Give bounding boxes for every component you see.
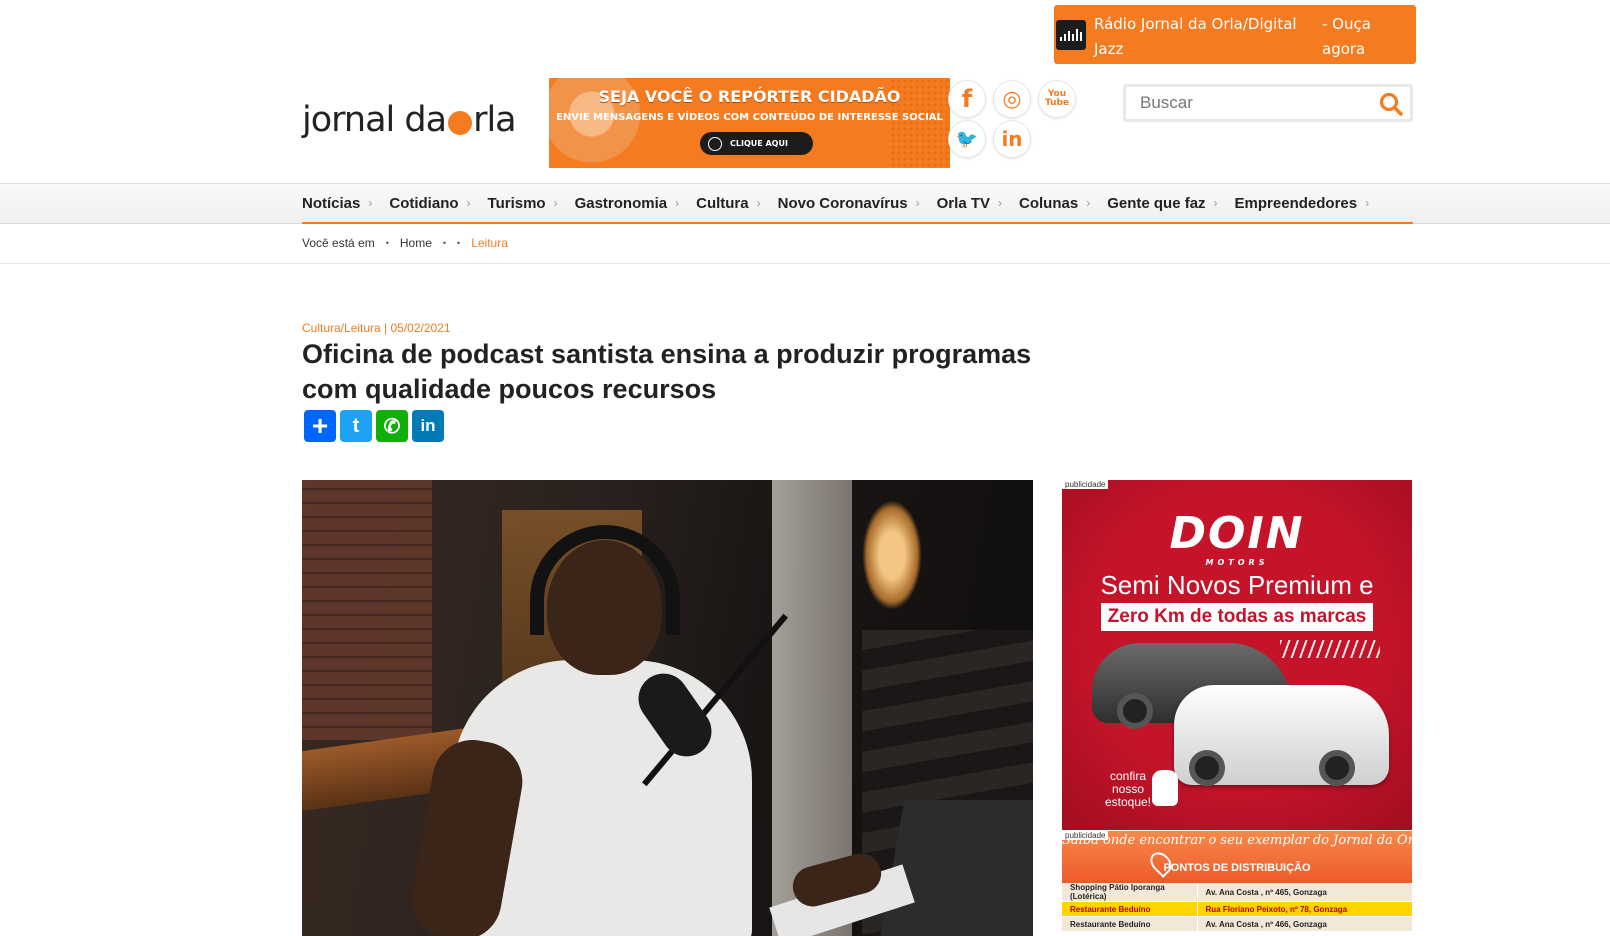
nav-item-noticias[interactable]: Notícias › xyxy=(302,195,372,212)
logo-orange-dot xyxy=(448,111,473,135)
search-icon[interactable] xyxy=(1378,91,1404,117)
table-row: Restaurante Beduíno Rua Floriano Peixoto… xyxy=(1062,901,1412,917)
distribution-table: Shopping Pátio Iporanga (Lotérica) Av. A… xyxy=(1062,883,1412,932)
ad-cta: confira nosso estoque! xyxy=(1104,769,1152,809)
distribution-header: Saiba onde encontrar o seu exemplar do J… xyxy=(1062,833,1412,848)
breadcrumb: Você está em • Home • • Leitura xyxy=(302,236,508,250)
table-row: Shopping Pátio Iporanga (Lotérica) Av. A… xyxy=(1062,883,1412,902)
breadcrumb-current[interactable]: Leitura xyxy=(471,236,508,250)
banner-button-label: CLIQUE AQUI xyxy=(730,139,788,148)
social-links: f ◎ You Tube 🐦 in xyxy=(948,80,1078,160)
main-nav-bar: Notícias › Cotidiano › Turismo › Gastronomi… xyxy=(0,183,1610,224)
chevron-right-icon: › xyxy=(553,196,558,210)
share-add-icon[interactable]: + xyxy=(304,410,336,442)
breadcrumb-label: Você está em xyxy=(302,236,375,250)
search-input[interactable] xyxy=(1140,93,1370,113)
linkedin-icon[interactable]: in xyxy=(993,120,1031,158)
facebook-icon[interactable]: f xyxy=(948,80,986,118)
twitter-icon[interactable]: 🐦 xyxy=(948,120,986,158)
nav-item-cotidiano[interactable]: Cotidiano › xyxy=(389,195,470,212)
car-image-white xyxy=(1174,685,1389,786)
nav-item-turismo[interactable]: Turismo › xyxy=(488,195,558,212)
chevron-right-icon: › xyxy=(998,196,1002,210)
share-whatsapp-icon[interactable]: ✆ xyxy=(376,410,408,442)
breadcrumb-separator: • xyxy=(457,238,461,248)
radio-equalizer-icon xyxy=(1056,19,1086,50)
reporter-cidadao-banner[interactable]: SEJA VOCÊ O REPÓRTER CIDADÃO ENVIE MENSA… xyxy=(549,78,950,168)
breadcrumb-home[interactable]: Home xyxy=(400,236,432,250)
whatsapp-icon xyxy=(708,136,722,151)
ad-label: publicidade xyxy=(1062,831,1109,840)
share-twitter-icon[interactable]: t xyxy=(340,410,372,442)
nav-item-orla-tv[interactable]: Orla TV › xyxy=(937,195,1002,212)
distribution-subheader: PONTOS DE DISTRIBUIÇÃO xyxy=(1163,862,1311,874)
nav-item-gente-que-faz[interactable]: Gente que faz › xyxy=(1107,195,1217,212)
share-buttons: + t ✆ in xyxy=(304,410,444,442)
breadcrumb-separator: • xyxy=(442,238,447,248)
chevron-right-icon: › xyxy=(1086,196,1091,210)
article-featured-image xyxy=(302,480,1033,936)
ad-brand-sub: MOTORS xyxy=(1205,558,1269,567)
logo-text-part1: jornal da xyxy=(302,100,447,140)
chevron-right-icon: › xyxy=(756,196,761,210)
search-box xyxy=(1123,84,1413,122)
youtube-icon[interactable]: You Tube xyxy=(1038,80,1076,118)
banner-headline: SEJA VOCÊ O REPÓRTER CIDADÃO xyxy=(598,87,901,106)
breadcrumb-bar: Você está em • Home • • Leitura xyxy=(0,224,1610,264)
share-linkedin-icon[interactable]: in xyxy=(412,410,444,442)
ad-line2: Zero Km de todas as marcas xyxy=(1101,603,1373,631)
doin-motors-ad[interactable]: DOIN MOTORS Semi Novos Premium e Zero Km… xyxy=(1062,480,1412,830)
article-meta: Cultura/Leitura | 05/02/2021 xyxy=(302,321,451,335)
nav-item-empreendedores[interactable]: Empreendedores › xyxy=(1235,195,1370,212)
table-row: Restaurante Beduíno Av. Ana Costa , nº 4… xyxy=(1062,916,1412,932)
main-nav: Notícias › Cotidiano › Turismo › Gastronomi… xyxy=(302,184,1413,224)
banner-click-button[interactable]: CLIQUE AQUI xyxy=(700,132,813,155)
chevron-right-icon: › xyxy=(1213,196,1218,210)
logo-text-part2: rla xyxy=(473,100,517,140)
nav-item-gastronomia[interactable]: Gastronomia › xyxy=(575,195,680,212)
radio-listen-link[interactable]: - Ouça agora xyxy=(1322,12,1402,62)
breadcrumb-separator: • xyxy=(385,238,389,248)
chevron-right-icon: › xyxy=(915,196,920,210)
chevron-right-icon: › xyxy=(466,196,471,210)
radio-player-bar[interactable]: Rádio Jornal da Orla/Digital Jazz - Ouça… xyxy=(1054,5,1416,64)
page: Rádio Jornal da Orla/Digital Jazz - Ouça… xyxy=(0,0,1610,936)
chevron-right-icon: › xyxy=(675,196,680,210)
distribution-points-ad[interactable]: Saiba onde encontrar o seu exemplar do J… xyxy=(1062,831,1412,936)
site-logo[interactable]: jornal da rla xyxy=(302,100,517,140)
nav-item-cultura[interactable]: Cultura › xyxy=(696,195,761,212)
nav-item-colunas[interactable]: Colunas › xyxy=(1019,195,1090,212)
article-title: Oficina de podcast santista ensina a pro… xyxy=(302,339,1032,404)
ad-line1: Semi Novos Premium e xyxy=(1100,570,1374,600)
ad-label: publicidade xyxy=(1062,480,1109,489)
chevron-right-icon: › xyxy=(368,196,373,210)
pointer-hand-icon xyxy=(1152,770,1178,806)
instagram-icon[interactable]: ◎ xyxy=(993,80,1031,118)
radio-title[interactable]: Rádio Jornal da Orla/Digital Jazz xyxy=(1094,12,1304,62)
banner-subline: ENVIE MENSAGENS E VÍDEOS COM CONTEÚDO DE… xyxy=(556,112,943,123)
ad-brand-logo: DOIN xyxy=(1169,508,1305,559)
nav-item-novo-coronavirus[interactable]: Novo Coronavírus › xyxy=(778,195,920,212)
chevron-right-icon: › xyxy=(1365,196,1370,210)
